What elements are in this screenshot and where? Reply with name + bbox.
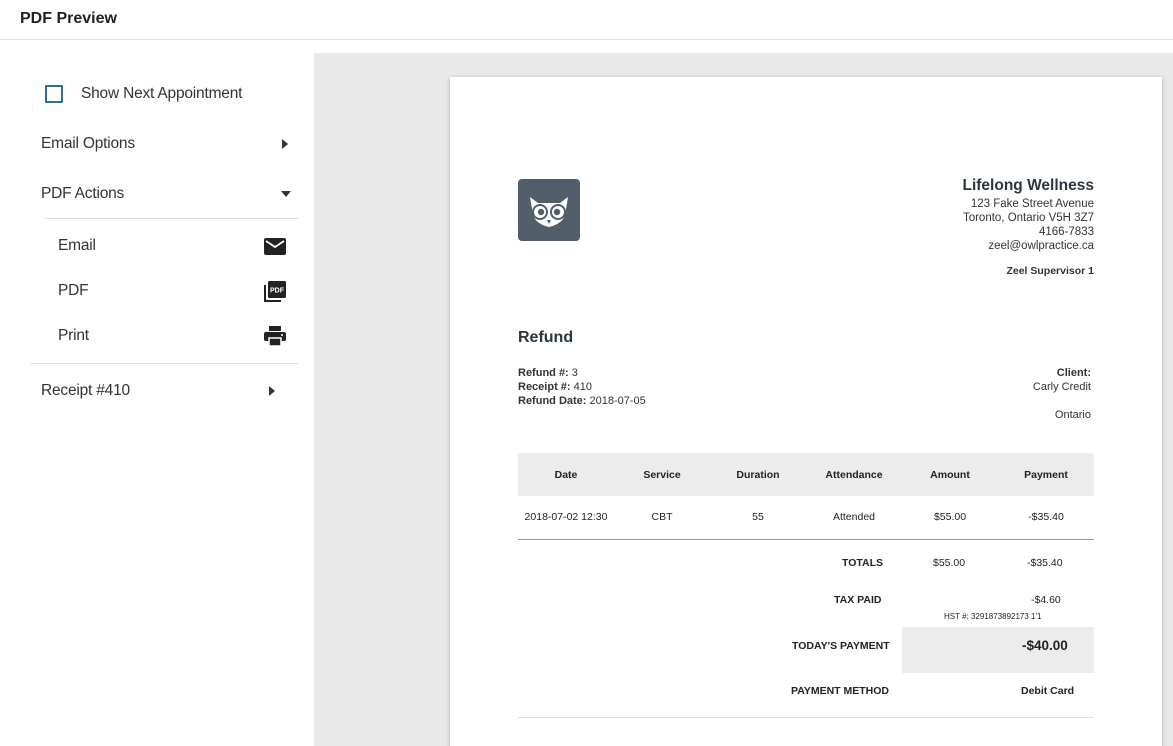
client-label: Client: (1056, 367, 1091, 379)
col-duration: Duration (710, 453, 806, 496)
document-title: Refund (518, 329, 574, 346)
hst-number: HST #: 3291873892173 1'1 (944, 612, 1042, 621)
cell-service: CBT (614, 496, 710, 540)
col-payment: Payment (998, 453, 1094, 496)
receipt-toggle[interactable]: Receipt #410 (41, 379, 278, 403)
tax-paid-label: TAX PAID (834, 594, 882, 606)
client-region: Ontario (1054, 409, 1091, 421)
company-supervisor: Zeel Supervisor 1 (1006, 265, 1094, 277)
refund-meta: Refund #: 3 Receipt #: 410 Refund Date: … (518, 366, 646, 408)
items-table: Date Service Duration Attendance Amount … (518, 453, 1094, 540)
svg-text:PDF: PDF (270, 287, 285, 294)
pdf-action-print-label: Print (58, 327, 89, 344)
refund-date-value: 2018-07-05 (589, 395, 646, 407)
client-info: Client: Carly Credit Ontario (1033, 366, 1091, 422)
chevron-right-icon (269, 386, 275, 396)
pdf-actions-divider (45, 218, 298, 219)
company-email: zeel@owlpractice.ca (988, 240, 1094, 252)
mail-icon[interactable] (264, 237, 286, 255)
pdf-preview-pane[interactable]: Lifelong Wellness 123 Fake Street Avenue… (314, 53, 1173, 746)
client-name: Carly Credit (1032, 381, 1091, 393)
payment-method-label: PAYMENT METHOD (791, 685, 890, 697)
table-row: 2018-07-02 12:30 CBT 55 Attended $55.00 … (518, 496, 1094, 540)
payment-method-value: Debit Card (1021, 685, 1075, 697)
pdf-action-pdf[interactable]: PDF PDF (58, 278, 286, 304)
pdf-icon[interactable]: PDF (264, 280, 286, 302)
pdf-actions-label: PDF Actions (41, 185, 125, 202)
email-options-label: Email Options (41, 135, 135, 152)
cell-amount: $55.00 (902, 496, 998, 540)
company-name: Lifelong Wellness (962, 177, 1095, 194)
table-header-row: Date Service Duration Attendance Amount … (518, 453, 1094, 496)
chevron-down-icon (281, 191, 291, 197)
receipt-number-label: Receipt #: (518, 381, 571, 393)
refund-number-value: 3 (571, 367, 578, 379)
pdf-action-email-label: Email (58, 237, 96, 254)
chevron-right-icon (282, 139, 288, 149)
tax-paid-value: -$4.60 (1031, 594, 1061, 606)
pdf-action-email[interactable]: Email (58, 233, 286, 259)
col-amount: Amount (902, 453, 998, 496)
refund-date-label: Refund Date: (518, 395, 587, 407)
company-info: Lifelong Wellness 123 Fake Street Avenue… (963, 177, 1095, 277)
company-address-1: 123 Fake Street Avenue (970, 198, 1094, 210)
page-title: PDF Preview (20, 10, 117, 27)
owl-logo-icon (518, 179, 580, 241)
pdf-page: Lifelong Wellness 123 Fake Street Avenue… (450, 77, 1162, 746)
refund-number-label: Refund #: (518, 367, 569, 379)
pdf-action-print[interactable]: Print (58, 323, 286, 349)
top-bar: PDF Preview (0, 0, 1173, 40)
pdf-action-pdf-label: PDF (58, 282, 89, 299)
cell-attendance: Attended (806, 496, 902, 540)
cell-duration: 55 (710, 496, 806, 540)
receipt-label: Receipt #410 (41, 382, 130, 399)
footer-divider (518, 717, 1094, 718)
receipt-number-value: 410 (573, 381, 592, 393)
sidebar-divider (31, 363, 298, 364)
sidebar: Show Next Appointment Email Options PDF … (0, 40, 314, 746)
totals-label: TOTALS (842, 557, 884, 569)
cell-payment: -$35.40 (998, 496, 1094, 540)
show-next-appointment-option[interactable]: Show Next Appointment (45, 84, 242, 104)
col-attendance: Attendance (806, 453, 902, 496)
company-phone: 4166-7833 (1039, 226, 1094, 238)
email-options-toggle[interactable]: Email Options (41, 132, 291, 156)
todays-payment-value: -$40.00 (1022, 638, 1068, 653)
show-next-appointment-checkbox[interactable] (45, 85, 63, 103)
company-address-2: Toronto, Ontario V5H 3Z7 (962, 212, 1094, 224)
totals-amount: $55.00 (933, 557, 966, 569)
cell-date: 2018-07-02 12:30 (518, 496, 614, 540)
todays-payment-label: TODAY'S PAYMENT (792, 640, 890, 652)
col-date: Date (518, 453, 614, 496)
pdf-actions-toggle[interactable]: PDF Actions (41, 182, 291, 206)
totals-payment: -$35.40 (1027, 557, 1063, 569)
printer-icon[interactable] (264, 326, 286, 346)
col-service: Service (614, 453, 710, 496)
show-next-appointment-label: Show Next Appointment (81, 85, 243, 102)
